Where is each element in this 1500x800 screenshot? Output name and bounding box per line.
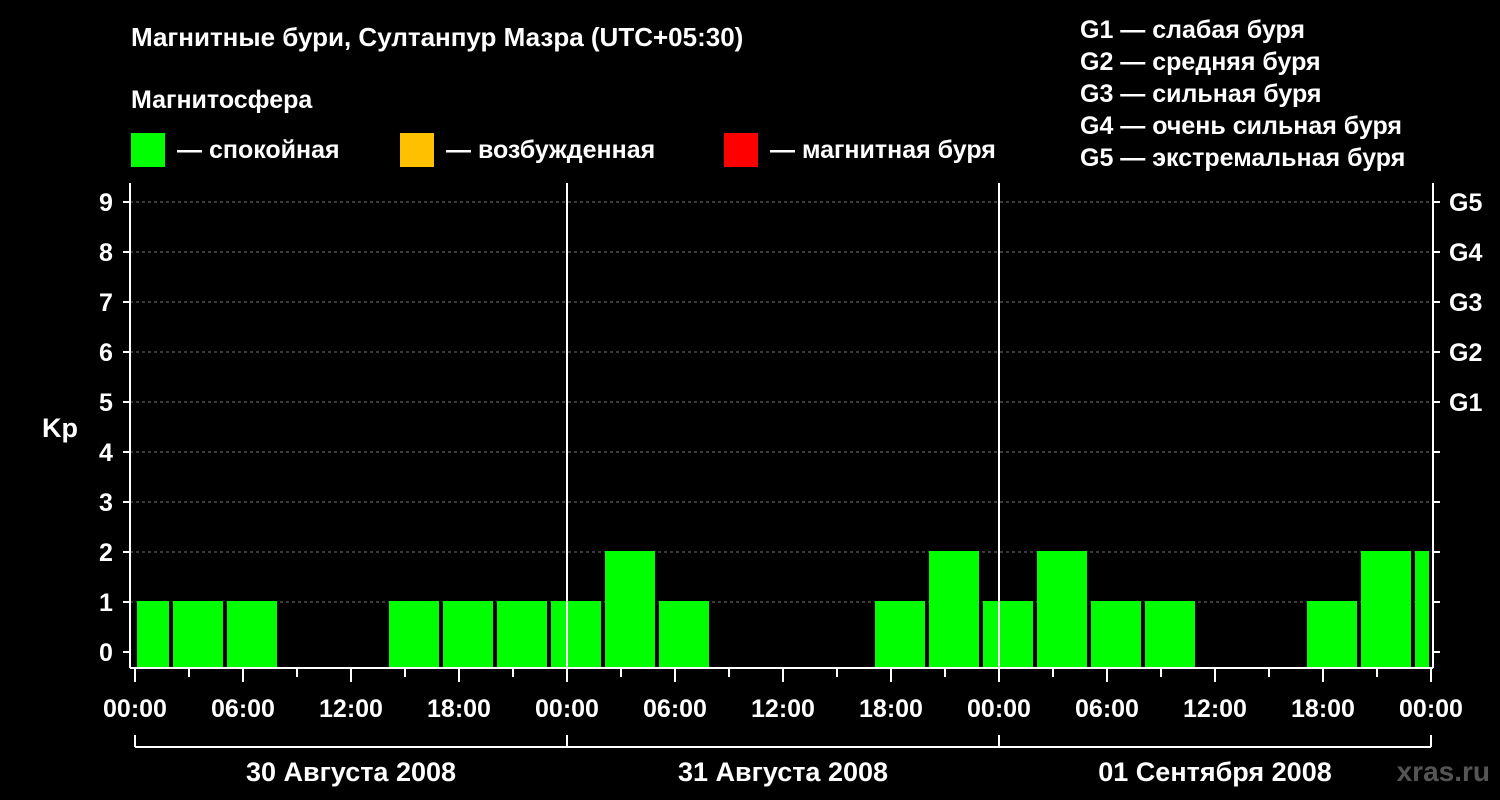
x-tick-label-7: 18:00 (859, 695, 923, 723)
kp-bar-18 (1091, 601, 1141, 668)
x-tick-label-6: 12:00 (751, 695, 815, 723)
y-tick-label-8: 8 (99, 239, 113, 267)
y-tick-label-7: 7 (99, 289, 113, 317)
x-tick-label-11: 18:00 (1291, 695, 1355, 723)
kp-bar-6 (443, 601, 493, 668)
x-tick-label-3: 18:00 (427, 695, 491, 723)
x-tick-label-12: 00:00 (1399, 695, 1463, 723)
x-tick-label-4: 00:00 (535, 695, 599, 723)
kp-bar-0 (137, 601, 169, 668)
kp-bar-22 (1307, 601, 1357, 668)
y-tick-label-9: 9 (99, 189, 113, 217)
g-scale-label-g1: G1 (1449, 389, 1482, 417)
y-tick-label-2: 2 (99, 539, 113, 567)
kp-bar-17 (1037, 551, 1087, 668)
kp-bar-chart: 0 1 2 3 4 5 6 7 8 9 G1 G2 G3 G4 G5 00:00 06:00 12:00 18:00… (99, 183, 1482, 787)
x-tick-label-1: 06:00 (211, 695, 275, 723)
g-scale-label-g4: G4 (1449, 239, 1482, 267)
kp-bar-2 (227, 601, 277, 668)
day-label-2: 01 Сентября 2008 (1098, 757, 1331, 787)
x-tick-label-8: 00:00 (967, 695, 1031, 723)
kp-bar-19 (1145, 601, 1195, 668)
g-scale-label-g3: G3 (1449, 289, 1482, 317)
kp-bar-16 (983, 601, 1033, 668)
x-tick-label-0: 00:00 (103, 695, 167, 723)
kp-bar-23 (1361, 551, 1411, 668)
x-tick-label-2: 12:00 (319, 695, 383, 723)
x-tick-label-9: 06:00 (1075, 695, 1139, 723)
y-tick-label-1: 1 (99, 589, 113, 617)
y-tick-label-6: 6 (99, 339, 113, 367)
kp-bar-24 (1415, 551, 1429, 668)
g-scale-label-g2: G2 (1449, 339, 1482, 367)
kp-bar-14 (875, 601, 925, 668)
kp-bar-8 (551, 601, 601, 668)
kp-bar-7 (497, 601, 547, 668)
x-tick-label-10: 12:00 (1183, 695, 1247, 723)
x-tick-label-5: 06:00 (643, 695, 707, 723)
g-scale-label-g5: G5 (1449, 189, 1482, 217)
kp-bar-9 (605, 551, 655, 668)
kp-bar-1 (173, 601, 223, 668)
y-tick-label-4: 4 (99, 439, 113, 467)
day-label-0: 30 Августа 2008 (246, 757, 456, 787)
day-label-1: 31 Августа 2008 (678, 757, 888, 787)
y-tick-label-3: 3 (99, 489, 113, 517)
kp-bar-15 (929, 551, 979, 668)
kp-bar-5 (389, 601, 439, 668)
y-tick-label-0: 0 (99, 639, 113, 667)
y-tick-label-5: 5 (99, 389, 113, 417)
kp-bar-10 (659, 601, 709, 668)
